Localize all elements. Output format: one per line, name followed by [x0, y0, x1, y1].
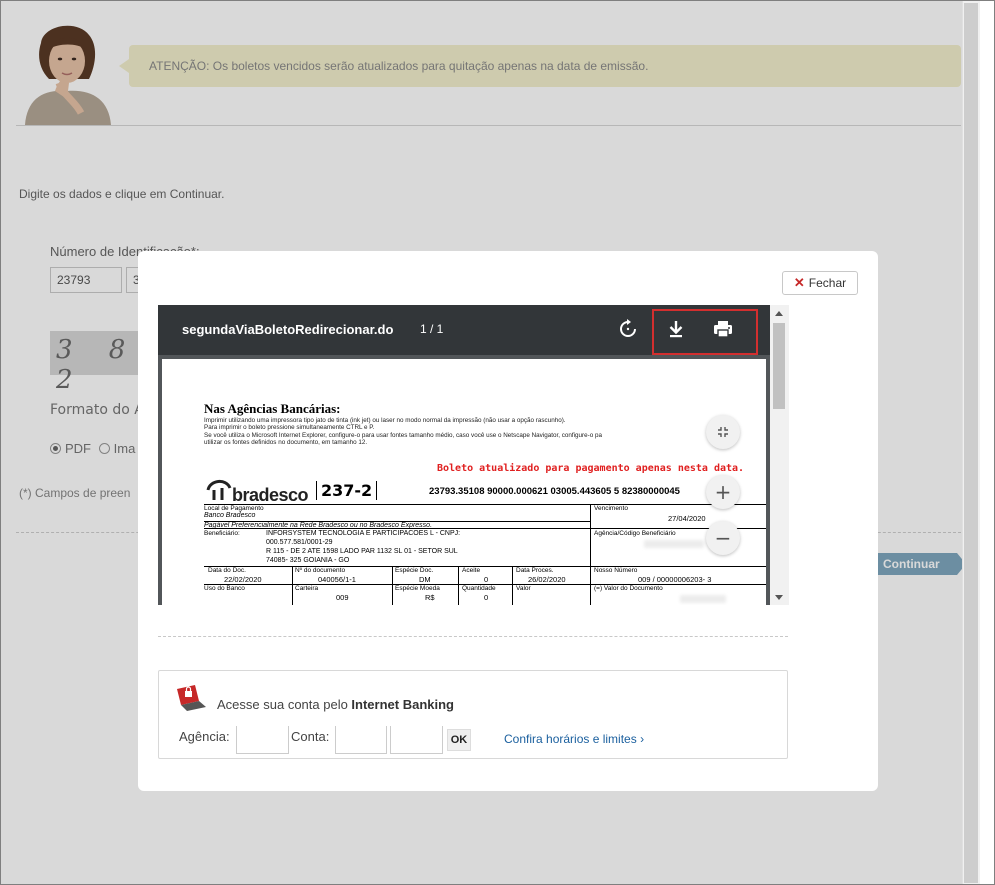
- close-button[interactable]: ✕ Fechar: [782, 271, 858, 295]
- link-label: Confira horários e limites: [504, 732, 637, 746]
- rule: [392, 566, 393, 605]
- row1-label: Aceite: [462, 567, 481, 574]
- bank-code: 237-2: [316, 481, 378, 500]
- row2-value: R$: [425, 593, 435, 602]
- conta-digit-input[interactable]: [390, 726, 443, 754]
- row2-label: Uso do Banco: [204, 585, 245, 592]
- pdf-page-counter: 1 / 1: [420, 322, 444, 336]
- row2-label: Carteira: [295, 585, 319, 592]
- page-frame: ATENÇÃO: Os boletos vencidos serão atual…: [0, 0, 995, 885]
- local-label: Local de Pagamento: [204, 505, 264, 512]
- rule: [512, 566, 513, 605]
- agencia-label: Agência:: [179, 729, 230, 744]
- pdf-file-title: segundaViaBoletoRedirecionar.do: [182, 322, 394, 337]
- vencimento-label: Vencimento: [594, 505, 628, 512]
- redacted-value: [644, 540, 704, 548]
- pdf-toolbar: segundaViaBoletoRedirecionar.do 1 / 1: [158, 305, 770, 355]
- instruction-line: utilizar os fontes definidos no document…: [204, 439, 368, 447]
- pdf-scroll-thumb[interactable]: [773, 323, 785, 409]
- pdf-page: Nas Agências Bancárias: Imprimir utiliza…: [162, 359, 766, 605]
- row1-label: Nosso Número: [594, 567, 638, 574]
- beneficiario-line: R 115 - DE 2 ATE 1598 LADO PAR 1132 SL 0…: [266, 548, 458, 555]
- conta-label: Conta:: [291, 729, 330, 744]
- ib-text-bold: Internet Banking: [351, 697, 454, 712]
- instruction-line: Se você utiliza o Microsoft Internet Exp…: [204, 431, 602, 439]
- beneficiario-label: Beneficiário:: [204, 530, 240, 537]
- scroll-up-arrow[interactable]: [775, 311, 783, 316]
- instruction-line: Para imprimir o boleto pressione simulta…: [204, 424, 375, 432]
- pdf-viewer[interactable]: segundaViaBoletoRedirecionar.do 1 / 1 Na…: [158, 305, 789, 605]
- rotate-icon[interactable]: [618, 319, 638, 339]
- row1-label: Nº do documento: [295, 567, 346, 574]
- close-x-icon: ✕: [793, 275, 805, 290]
- row2-value: 0: [484, 593, 489, 602]
- row1-value: DM: [419, 575, 431, 584]
- row1-value: 22/02/2020: [224, 575, 262, 584]
- row1-label: Data Proces.: [516, 567, 554, 574]
- beneficiario-line: INFORSYSTEM TECNOLOGIA E PARTICIPACOES L…: [266, 530, 461, 537]
- vencimento-value: 27/04/2020: [668, 514, 706, 523]
- row1-label: Espécie Doc.: [395, 567, 434, 574]
- row2-label: (=) Valor do Documento: [594, 585, 663, 592]
- page-instructions: Imprimir utilizando uma impressora tipo …: [204, 417, 734, 447]
- row2-label: Espécie Moeda: [395, 585, 440, 592]
- ib-text-prefix: Acesse sua conta pelo: [217, 697, 352, 712]
- fit-page-icon[interactable]: [706, 415, 740, 449]
- zoom-in-icon[interactable]: +: [706, 475, 740, 509]
- local-bank: Banco Bradesco: [204, 512, 256, 519]
- internet-banking-box: Acesse sua conta pelo Internet Banking A…: [158, 670, 788, 759]
- rule: [292, 566, 293, 605]
- modal-divider: [158, 636, 788, 637]
- row2-value: 009: [336, 593, 349, 602]
- ok-button[interactable]: OK: [447, 729, 471, 751]
- rule: [204, 566, 766, 567]
- download-icon[interactable]: [666, 319, 686, 339]
- print-icon[interactable]: [712, 319, 734, 339]
- conta-input[interactable]: [335, 726, 387, 754]
- row1-label: Data do Doc.: [208, 567, 246, 574]
- page-heading: Nas Agências Bancárias:: [204, 401, 341, 416]
- bank-name: bradesco: [232, 485, 309, 505]
- row2-label: Quantidade: [462, 585, 496, 592]
- laptop-lock-icon: [177, 685, 206, 711]
- rule: [458, 566, 459, 605]
- close-label: Fechar: [808, 276, 847, 290]
- beneficiario-line: 74085- 325 GOIANIA - GO: [266, 557, 350, 564]
- rule: [204, 528, 766, 529]
- page-scroll-thumb[interactable]: [964, 3, 978, 883]
- row2-label: Valor: [516, 585, 531, 592]
- row1-value: 040056/1-1: [318, 575, 356, 584]
- beneficiario-line: 000.577.581/0001-29: [266, 539, 333, 546]
- digitable-line: 23793.35108 90000.000621 03005.443605 5 …: [429, 486, 680, 497]
- agencia-input[interactable]: [236, 726, 289, 754]
- slip-rule: [204, 504, 766, 505]
- slip-column-divider: [590, 504, 591, 605]
- row1-value: 0: [484, 575, 489, 584]
- chevron-right-icon: ›: [640, 732, 645, 746]
- boleto-modal: ✕ Fechar segundaViaBoletoRedirecionar.do…: [138, 251, 878, 791]
- scroll-down-arrow[interactable]: [775, 595, 783, 600]
- row1-value: 26/02/2020: [528, 575, 566, 584]
- row1-value: 009 / 00000006203- 3: [638, 575, 712, 584]
- hours-limits-link[interactable]: Confira horários e limites ›: [504, 732, 644, 746]
- zoom-out-icon[interactable]: −: [706, 521, 740, 555]
- ib-text: Acesse sua conta pelo Internet Banking: [217, 697, 454, 712]
- redacted-value: [680, 595, 726, 603]
- agencia-label: Agência/Código Beneficiário: [594, 530, 676, 537]
- updated-note: Boleto atualizado para pagamento apenas …: [437, 463, 745, 474]
- instruction-line: Imprimir utilizando uma impressora tipo …: [204, 417, 566, 424]
